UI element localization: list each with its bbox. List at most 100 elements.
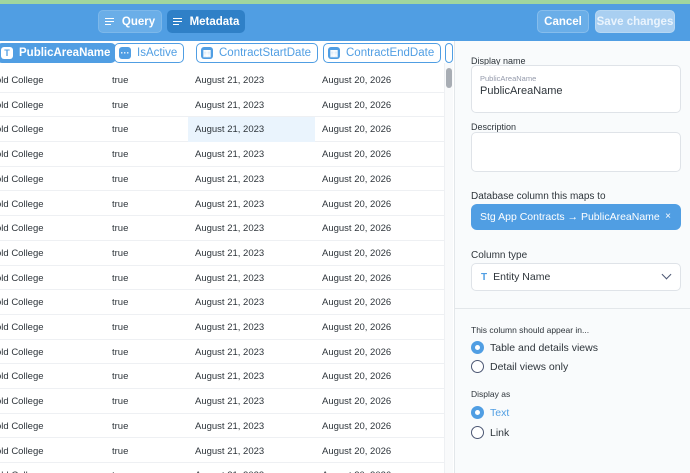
column-header-publicareaname[interactable]: T PublicAreaName	[0, 43, 117, 63]
table-cell[interactable]: August 20, 2026	[322, 124, 391, 135]
table-cell[interactable]: true	[112, 124, 128, 135]
column-header-contractstartdate[interactable]: ▦ ContractStartDate	[196, 43, 319, 63]
table-cell[interactable]: old College	[0, 446, 44, 457]
table-cell[interactable]: August 20, 2026	[322, 174, 391, 185]
table-cell[interactable]: true	[112, 396, 128, 407]
table-cell[interactable]: old College	[0, 371, 44, 382]
table-cell[interactable]: old College	[0, 248, 44, 259]
table-cell[interactable]: true	[112, 149, 128, 160]
table-cell[interactable]: old College	[0, 347, 44, 358]
table-cell[interactable]: August 20, 2026	[322, 199, 391, 210]
radio-display-link[interactable]: Link	[471, 426, 509, 439]
list-icon	[104, 17, 114, 26]
table-cell[interactable]: August 21, 2023	[195, 75, 264, 86]
close-icon[interactable]: ×	[665, 211, 671, 222]
column-header-label: ContractEndDate	[346, 47, 435, 59]
table-cell[interactable]: August 20, 2026	[322, 273, 391, 284]
table-cell[interactable]: August 21, 2023	[195, 396, 264, 407]
table-cell[interactable]: August 21, 2023	[195, 446, 264, 457]
table-cell[interactable]: old College	[0, 322, 44, 333]
mapping-label: Database column this maps to	[471, 191, 606, 202]
cancel-button[interactable]: Cancel	[537, 10, 589, 33]
table-cell[interactable]: August 21, 2023	[195, 199, 264, 210]
table-row: old College true August 21, 2023 August 20,…	[0, 216, 444, 241]
save-changes-button[interactable]: Save changes	[595, 10, 675, 33]
table-cell[interactable]: old College	[0, 75, 44, 86]
table-scrollbar[interactable]	[444, 63, 453, 473]
table-cell[interactable]: old College	[0, 223, 44, 234]
scrollbar-thumb[interactable]	[446, 68, 452, 88]
table-cell[interactable]: August 20, 2026	[322, 322, 391, 333]
radio-detail-only[interactable]: Detail views only	[471, 360, 568, 373]
table-cell[interactable]: true	[112, 421, 128, 432]
column-header-next[interactable]	[445, 43, 453, 63]
table-cell[interactable]: true	[112, 199, 128, 210]
table-cell[interactable]: true	[112, 75, 128, 86]
table-cell[interactable]: August 20, 2026	[322, 100, 391, 111]
text-type-icon: T	[1, 47, 13, 59]
radio-unselected-icon	[471, 360, 484, 373]
table-cell[interactable]: August 20, 2026	[322, 371, 391, 382]
table-cell[interactable]: true	[112, 273, 128, 284]
description-input[interactable]	[471, 132, 681, 172]
table-cell[interactable]: August 21, 2023	[195, 322, 264, 333]
text-type-icon: T	[481, 271, 488, 283]
table-cell[interactable]: old College	[0, 124, 44, 135]
table-cell[interactable]: true	[112, 174, 128, 185]
table-cell[interactable]: August 21, 2023	[195, 421, 264, 432]
database-column-select[interactable]: Stg App Contracts → PublicAreaName ×	[471, 204, 681, 230]
radio-display-text[interactable]: Text	[471, 406, 509, 419]
table-cell[interactable]: August 21, 2023	[195, 273, 264, 284]
table-cell[interactable]: August 21, 2023	[195, 223, 264, 234]
table-cell[interactable]: August 21, 2023	[195, 248, 264, 259]
table-cell[interactable]: August 21, 2023	[195, 297, 264, 308]
radio-label: Table and details views	[490, 341, 598, 354]
table-row: old College true August 21, 2023 August 20,…	[0, 414, 444, 439]
tab-metadata[interactable]: Metadata	[167, 10, 245, 33]
table-cell[interactable]: old College	[0, 396, 44, 407]
table-cell[interactable]: August 20, 2026	[322, 149, 391, 160]
table-cell[interactable]: August 20, 2026	[322, 248, 391, 259]
table-cell[interactable]: August 20, 2026	[322, 347, 391, 358]
table-cell[interactable]: August 20, 2026	[322, 421, 391, 432]
table-cell[interactable]: August 20, 2026	[322, 446, 391, 457]
table-cell[interactable]: August 21, 2023	[195, 371, 264, 382]
table-cell[interactable]: August 21, 2023	[195, 174, 264, 185]
table-cell[interactable]: old College	[0, 421, 44, 432]
table-cell[interactable]: true	[112, 322, 128, 333]
column-type-label: Column type	[471, 250, 528, 261]
calendar-icon: ▦	[328, 47, 340, 59]
table-cell[interactable]: old College	[0, 273, 44, 284]
radio-selected-icon	[471, 406, 484, 419]
table-cell[interactable]: August 21, 2023	[195, 149, 264, 160]
editor-header: Query Metadata Cancel Save changes	[0, 4, 690, 41]
table-cell[interactable]: true	[112, 100, 128, 111]
table-cell[interactable]: true	[112, 223, 128, 234]
table-cell[interactable]: August 20, 2026	[322, 396, 391, 407]
table-cell[interactable]: old College	[0, 297, 44, 308]
table-cell[interactable]: old College	[0, 149, 44, 160]
table-cell[interactable]: August 20, 2026	[322, 75, 391, 86]
radio-table-and-details[interactable]: Table and details views	[471, 341, 598, 354]
table-cell[interactable]: old College	[0, 199, 44, 210]
table-cell[interactable]: August 21, 2023	[195, 347, 264, 358]
column-header-contractenddate[interactable]: ▦ ContractEndDate	[323, 43, 442, 63]
table-cell[interactable]: true	[112, 347, 128, 358]
tab-query[interactable]: Query	[98, 10, 162, 33]
column-type-select[interactable]: T Entity Name	[471, 263, 681, 291]
table-cell[interactable]: August 21, 2023	[195, 124, 264, 135]
column-header-isactive[interactable]: ··· IsActive	[114, 43, 185, 63]
table-cell[interactable]: old College	[0, 174, 44, 185]
table-cell[interactable]: August 20, 2026	[322, 297, 391, 308]
table-cell[interactable]: true	[112, 297, 128, 308]
table-cell[interactable]: August 20, 2026	[322, 223, 391, 234]
table-cell[interactable]: August 21, 2023	[195, 100, 264, 111]
table-cell[interactable]: true	[112, 371, 128, 382]
table-cell[interactable]: true	[112, 446, 128, 457]
table-cell[interactable]: true	[112, 248, 128, 259]
table-cell[interactable]: old College	[0, 100, 44, 111]
description-label: Description	[471, 122, 517, 132]
radio-label: Text	[490, 406, 510, 419]
radio-unselected-icon	[471, 426, 484, 439]
display-name-input[interactable]: PublicAreaName PublicAreaName	[471, 65, 681, 113]
